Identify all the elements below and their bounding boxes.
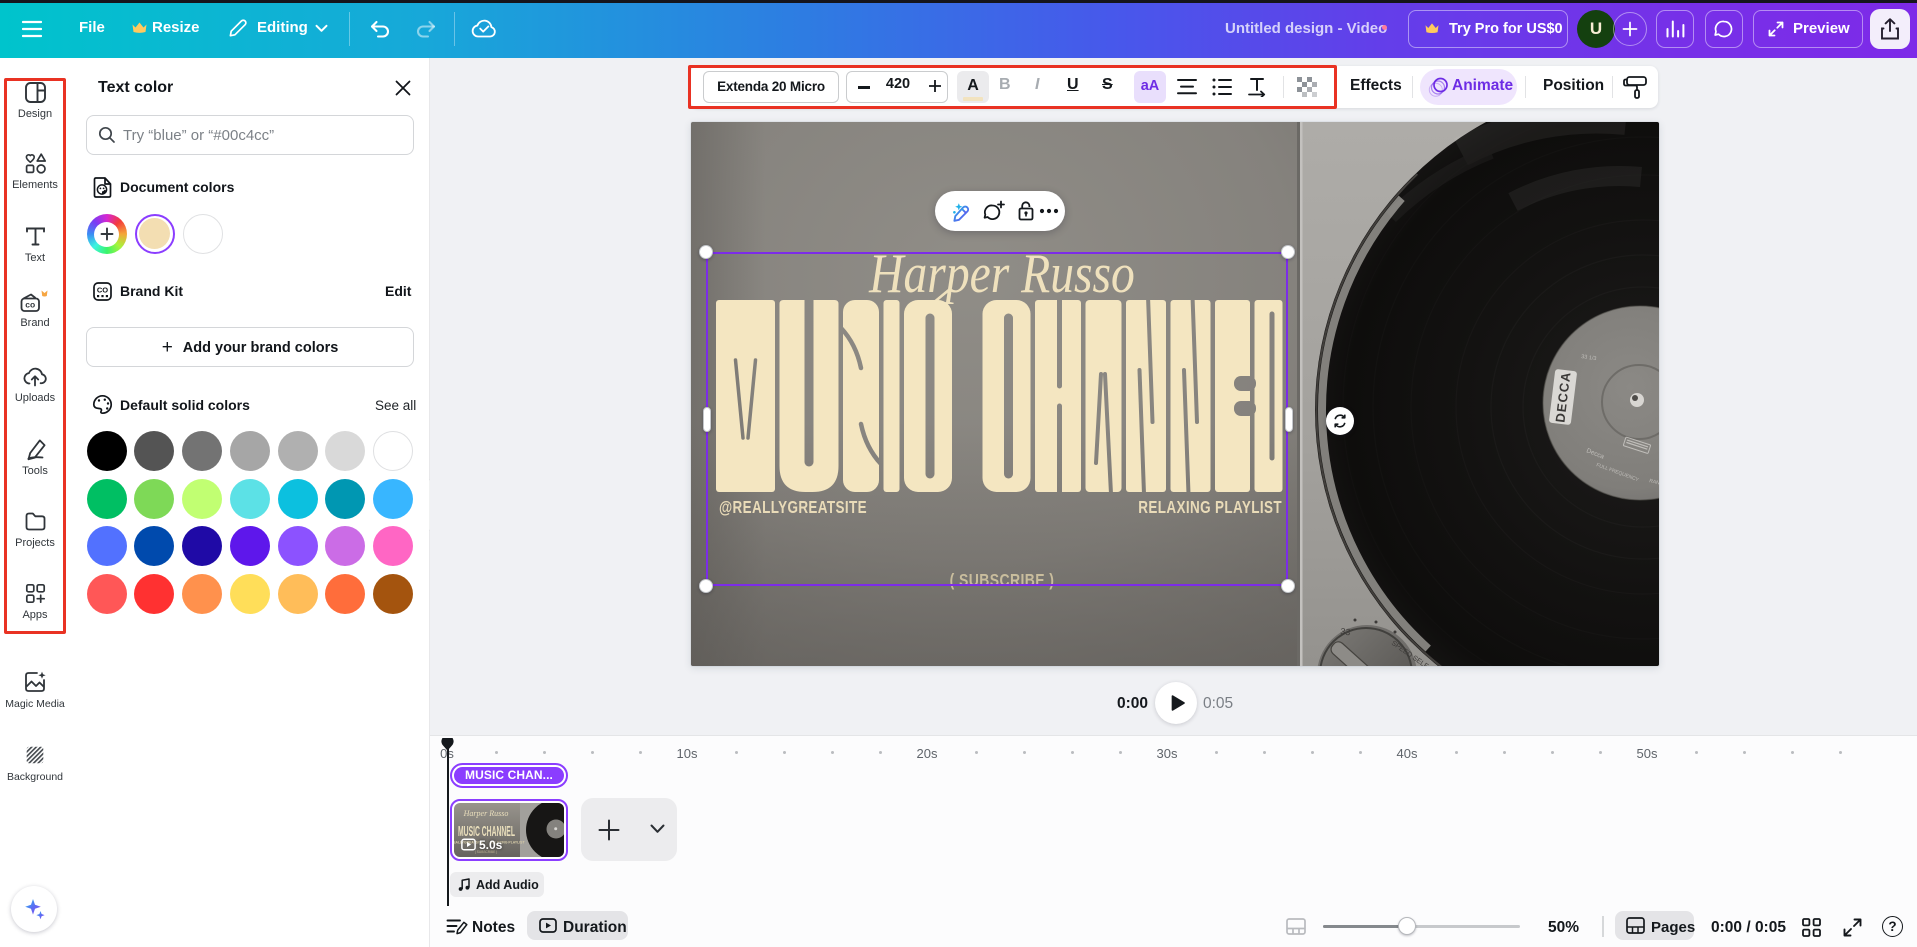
svg-text:Harper Russo: Harper Russo (463, 809, 509, 818)
svg-text:33: 33 (1340, 626, 1351, 637)
svg-text:CO: CO (97, 286, 108, 295)
